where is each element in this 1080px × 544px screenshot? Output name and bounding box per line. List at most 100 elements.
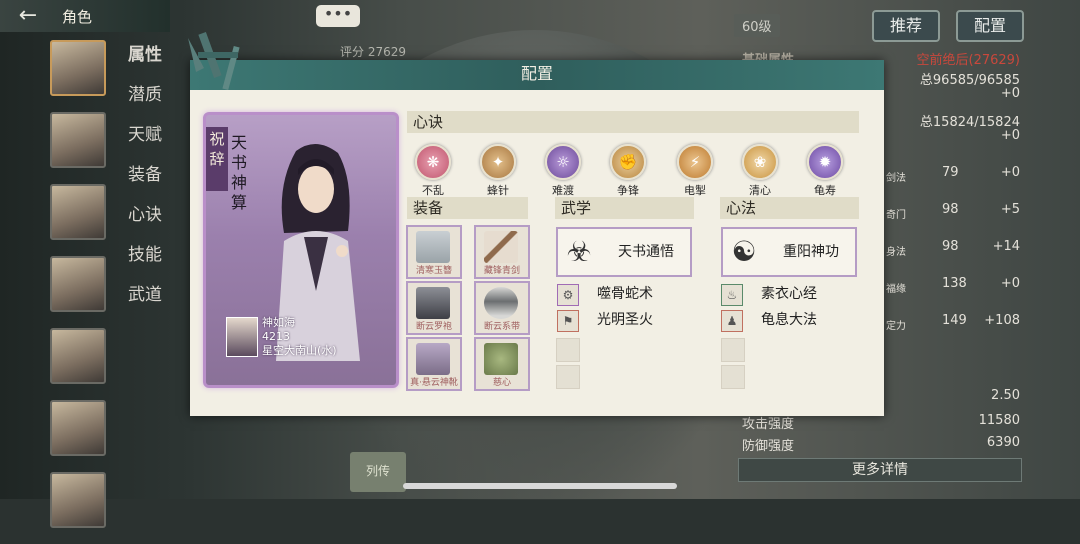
heart-skill-item[interactable]: ✦ 蜂针 xyxy=(478,144,518,198)
nav-item-talent[interactable]: 天赋 xyxy=(128,122,162,162)
heart-skill-label: 争锋 xyxy=(617,184,639,197)
stat-value: 79 xyxy=(942,165,959,180)
modal-title: 配置 xyxy=(520,64,553,83)
stat-value: +0 xyxy=(1000,86,1020,101)
martial-skill-name: 光明圣火 xyxy=(597,312,653,328)
meditation-figure-icon: ☯ xyxy=(731,235,757,268)
heart-skill-item[interactable]: ✊ 争锋 xyxy=(608,144,648,198)
mind-skill-name: 龟息大法 xyxy=(761,312,817,328)
owner-server: 星空大南山(水) xyxy=(262,344,337,357)
rating-title: 空前绝后(27629) xyxy=(916,53,1021,68)
stat-value: 138 xyxy=(942,276,967,291)
character-portrait[interactable] xyxy=(50,328,106,384)
nav-item-attributes[interactable]: 属性 xyxy=(128,42,162,82)
heart-skill-label: 电掣 xyxy=(684,184,706,197)
nav-item-heart-art[interactable]: 心诀 xyxy=(128,202,162,242)
empty-skill-slot[interactable] xyxy=(721,365,745,389)
nav-item-skills[interactable]: 技能 xyxy=(128,242,162,282)
equipment-slot-robe[interactable]: 断云罗袍 xyxy=(406,281,462,335)
stat-bonus: +0 xyxy=(1000,165,1020,180)
martial-main-name: 天书通悟 xyxy=(618,244,674,260)
mind-skill-row[interactable]: ♟ 龟息大法 xyxy=(721,310,861,332)
nav-item-martial-way[interactable]: 武道 xyxy=(128,282,162,322)
character-portrait[interactable] xyxy=(50,256,106,312)
section-mind-method: 心法 xyxy=(720,197,859,219)
equipment-slot-belt[interactable]: 断云系带 xyxy=(474,281,530,335)
side-navigation: 属性 潜质 天赋 装备 心诀 技能 武道 xyxy=(128,42,162,322)
heart-skill-item[interactable]: ✹ 龟寿 xyxy=(805,144,845,198)
modal-header: 配置 xyxy=(190,60,884,90)
character-portrait[interactable] xyxy=(50,472,106,528)
more-options-button[interactable]: ••• xyxy=(316,5,360,27)
config-button[interactable]: 配置 xyxy=(956,10,1024,42)
lotus-icon: ❀ xyxy=(742,144,778,180)
empty-skill-slot[interactable] xyxy=(556,365,580,389)
heart-skill-item[interactable]: ❋ 不乱 xyxy=(413,144,453,198)
home-indicator[interactable] xyxy=(403,483,677,489)
card-tag: 祝辞 xyxy=(206,127,228,191)
heart-skill-item[interactable]: ❀ 清心 xyxy=(740,144,780,198)
martial-main-skill[interactable]: ☣ 天书通悟 xyxy=(556,227,692,277)
martial-figure-icon: ☣ xyxy=(566,235,592,268)
page-title: 角色 xyxy=(62,8,93,26)
equipment-slot-boots[interactable]: 真·悬云神靴 xyxy=(406,337,462,391)
hairpin-icon xyxy=(416,231,450,263)
martial-skill-row[interactable]: ⚑ 光明圣火 xyxy=(557,310,697,332)
stat-label: 身法 xyxy=(886,247,906,258)
nav-item-potential[interactable]: 潜质 xyxy=(128,82,162,122)
stat-value: 2.50 xyxy=(991,388,1020,403)
section-martial-arts: 武学 xyxy=(555,197,694,219)
nav-item-equipment[interactable]: 装备 xyxy=(128,162,162,202)
stat-value: 6390 xyxy=(986,435,1020,450)
score-label: 评分 xyxy=(340,45,365,59)
character-card[interactable]: 祝辞 天书神算 神如海 4213 星空大南山(水) xyxy=(203,112,399,388)
empty-skill-slot[interactable] xyxy=(721,338,745,362)
equipment-slot-sword[interactable]: 藏锋青剑 xyxy=(474,225,530,279)
character-portrait[interactable] xyxy=(50,184,106,240)
mind-skill-row[interactable]: ♨ 素衣心经 xyxy=(721,284,861,306)
character-portrait[interactable] xyxy=(50,40,106,96)
lightning-icon: ⚡ xyxy=(677,144,713,180)
stat-bonus: +0 xyxy=(1000,276,1020,291)
back-arrow-icon[interactable]: ← xyxy=(6,3,50,29)
stat-value: 98 xyxy=(942,202,959,217)
belt-icon xyxy=(484,287,518,319)
martial-skill-row[interactable]: ⚙ 噬骨蛇术 xyxy=(557,284,697,306)
mind-main-skill[interactable]: ☯ 重阳神功 xyxy=(721,227,857,277)
martial-skill-name: 噬骨蛇术 xyxy=(597,286,653,302)
owner-id: 4213 xyxy=(262,330,290,343)
stat-value: 149 xyxy=(942,313,967,328)
stat-bonus: +14 xyxy=(992,239,1020,254)
stat-bonus: +108 xyxy=(984,313,1020,328)
character-portrait[interactable] xyxy=(50,112,106,168)
boots-icon xyxy=(416,343,450,375)
swirl-icon: ❋ xyxy=(415,144,451,180)
mandala-icon: ✹ xyxy=(807,144,843,180)
needle-icon: ✦ xyxy=(480,144,516,180)
equipment-slot-hairpin[interactable]: 清寒玉簪 xyxy=(406,225,462,279)
heart-skill-item[interactable]: ☼ 难渡 xyxy=(543,144,583,198)
herb-icon xyxy=(484,343,518,375)
heart-skill-label: 清心 xyxy=(749,184,771,197)
character-portrait[interactable] xyxy=(50,400,106,456)
stat-label: 奇门 xyxy=(886,210,906,221)
mind-main-name: 重阳神功 xyxy=(783,244,839,260)
biography-seal[interactable]: 列传 xyxy=(350,452,406,492)
heart-skill-item[interactable]: ⚡ 电掣 xyxy=(675,144,715,198)
config-modal: 配置 祝辞 天书神算 神如海 4213 星空大南山(水) 心诀 ❋ 不乱 ✦ 蜂… xyxy=(188,32,884,416)
stat-label: 定力 xyxy=(886,321,906,332)
card-name: 天书神算 xyxy=(230,133,247,212)
empty-skill-slot[interactable] xyxy=(556,338,580,362)
equipment-name: 断云罗袍 xyxy=(415,322,452,332)
equipment-slot-accessory[interactable]: 慈心 xyxy=(474,337,530,391)
recommend-button[interactable]: 推荐 xyxy=(872,10,940,42)
more-details-button[interactable]: 更多详情 xyxy=(738,458,1022,482)
mind-skill-icon: ♨ xyxy=(721,284,743,306)
sword-ornament-icon xyxy=(188,32,240,91)
stat-bonus: +5 xyxy=(1000,202,1020,217)
top-bar: ← 角色 xyxy=(0,0,170,32)
stat-value: +0 xyxy=(1000,128,1020,143)
score-value: 27629 xyxy=(367,45,407,59)
ghost-icon: ☼ xyxy=(545,144,581,180)
equipment-name: 清寒玉簪 xyxy=(415,266,452,276)
